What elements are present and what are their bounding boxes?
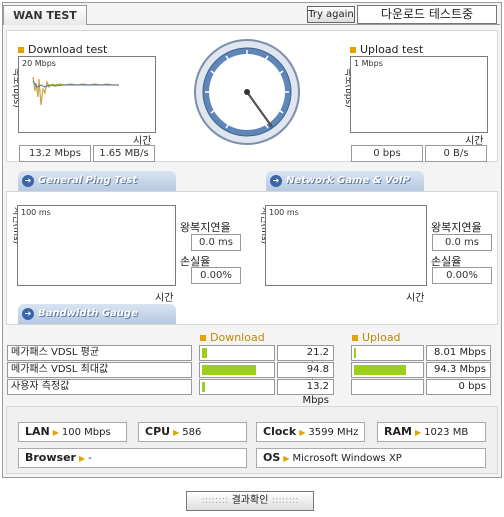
bandwidth-row-label: 사용자 측정값 (7, 379, 192, 395)
download-speed-mbps: 13.2 Mbps (19, 145, 91, 162)
speed-gauge (192, 37, 302, 147)
game-test-banner: ➔Network Game & VoIP Test (266, 171, 424, 206)
ping-xlabel: 시간 (155, 293, 174, 304)
bandwidth-download-bar (199, 379, 275, 395)
bandwidth-upload-value: 94.3 Mbps (426, 362, 491, 378)
ping-delay-label: 왕복지연율 (180, 221, 231, 234)
download-title: Download test (18, 43, 107, 56)
download-series-line (32, 76, 119, 106)
bandwidth-banner-text: Bandwidth Gauge (38, 308, 138, 319)
ping-delay-value: 0.0 ms (191, 234, 241, 251)
game-chart: 100 ms (265, 205, 427, 286)
confirm-results-label: 결과확인 (231, 495, 269, 506)
bandwidth-download-value: 94.8 Mbps (277, 362, 334, 389)
game-loss-value: 0.00% (432, 267, 492, 284)
download-title-text: Download test (28, 43, 108, 56)
lan-value: 100 Mbps (61, 427, 111, 438)
bandwidth-row-label: 메가패스 VDSL 평균 (7, 345, 192, 361)
triangle-right-icon: ▶ (173, 428, 180, 437)
bandwidth-upload-bar (351, 362, 424, 378)
ping-banner-text: General Ping Test (38, 175, 138, 186)
tab-divider (87, 24, 500, 25)
bandwidth-download-header: Download (200, 331, 265, 344)
cpu-label: CPU (145, 425, 171, 438)
download-chart: 20 Mbps (18, 56, 156, 133)
ram-value: 1023 MB (424, 427, 469, 438)
ping-max-label: 100 ms (21, 208, 51, 217)
bandwidth-row-label: 메가패스 VDSL 최대값 (7, 362, 192, 378)
bullet-icon (350, 47, 356, 53)
bullet-icon (352, 335, 358, 341)
os-label: OS (263, 451, 281, 464)
ram-label: RAM (384, 425, 412, 438)
bullet-icon (200, 335, 206, 341)
bandwidth-download-value: 13.2 Mbps (277, 379, 334, 406)
bandwidth-upload-value: 0 bps (426, 379, 491, 395)
game-delay-value: 0.0 ms (432, 234, 492, 251)
confirm-results-button[interactable]: :::::::: 결과확인 :::::::: (186, 491, 314, 511)
os-info: OS ▶ Microsoft Windows XP (256, 448, 486, 468)
arrow-right-icon: ➔ (22, 175, 34, 187)
upload-title: Upload test (350, 43, 423, 56)
browser-info: Browser ▶ - (18, 448, 247, 468)
bandwidth-download-value: 21.2 Mbps (277, 345, 334, 372)
game-xlabel: 시간 (406, 293, 425, 304)
triangle-right-icon: ▶ (299, 428, 306, 437)
bandwidth-upload-fill (354, 348, 356, 358)
upload-speed-bs: 0 B/s (425, 145, 487, 162)
lan-info: LAN ▶ 100 Mbps (18, 422, 127, 442)
bandwidth-upload-header-text: Upload (362, 331, 401, 344)
bandwidth-upload-fill (354, 365, 406, 375)
triangle-right-icon: ▶ (283, 454, 290, 463)
game-delay-label: 왕복지연율 (431, 221, 482, 234)
ram-info: RAM ▶ 1023 MB (377, 422, 486, 442)
triangle-right-icon: ▶ (52, 428, 59, 437)
arrow-right-icon: ➔ (270, 175, 282, 187)
clock-label: Clock (263, 425, 297, 438)
cpu-info: CPU ▶ 586 (138, 422, 247, 442)
bandwidth-download-bar (199, 345, 275, 361)
browser-label: Browser (25, 451, 76, 464)
bandwidth-download-fill (202, 348, 207, 358)
bandwidth-banner: ➔ Bandwidth Gauge (18, 304, 176, 324)
bandwidth-upload-header: Upload (352, 331, 401, 344)
bandwidth-upload-bar (351, 345, 424, 361)
ping-test-banner: ➔ General Ping Test (18, 171, 176, 191)
bandwidth-download-bar (199, 362, 275, 378)
os-value: Microsoft Windows XP (292, 453, 402, 464)
bandwidth-download-header-text: Download (210, 331, 265, 344)
upload-title-text: Upload test (360, 43, 424, 56)
browser-value: - (88, 453, 92, 464)
download-speed-mbs: 1.65 MB/s (93, 145, 155, 162)
arrow-right-icon: ➔ (22, 308, 34, 320)
upload-max-label: 1 Mbps (354, 59, 383, 68)
bandwidth-upload-value: 8.01 Mbps (426, 345, 491, 361)
triangle-right-icon: ▶ (78, 454, 86, 463)
triangle-right-icon: ▶ (414, 428, 422, 437)
bandwidth-download-fill (202, 382, 205, 392)
bullet-icon (18, 47, 24, 53)
upload-speed-bps: 0 bps (351, 145, 423, 162)
ping-chart: 100 ms (17, 205, 176, 286)
status-display: 다운로드 테스트중 (357, 5, 497, 24)
bandwidth-upload-bar (351, 379, 424, 395)
try-again-button[interactable]: Try again (307, 6, 355, 23)
ping-loss-value: 0.00% (191, 267, 241, 284)
bandwidth-download-fill (202, 365, 256, 375)
cpu-value: 586 (182, 427, 202, 438)
game-max-label: 100 ms (269, 208, 299, 217)
tab-wan-test[interactable]: WAN TEST (3, 5, 87, 25)
clock-info: Clock ▶ 3599 MHz (256, 422, 365, 442)
lan-label: LAN (25, 425, 50, 438)
upload-chart: 1 Mbps (350, 56, 488, 133)
clock-value: 3599 MHz (308, 427, 359, 438)
